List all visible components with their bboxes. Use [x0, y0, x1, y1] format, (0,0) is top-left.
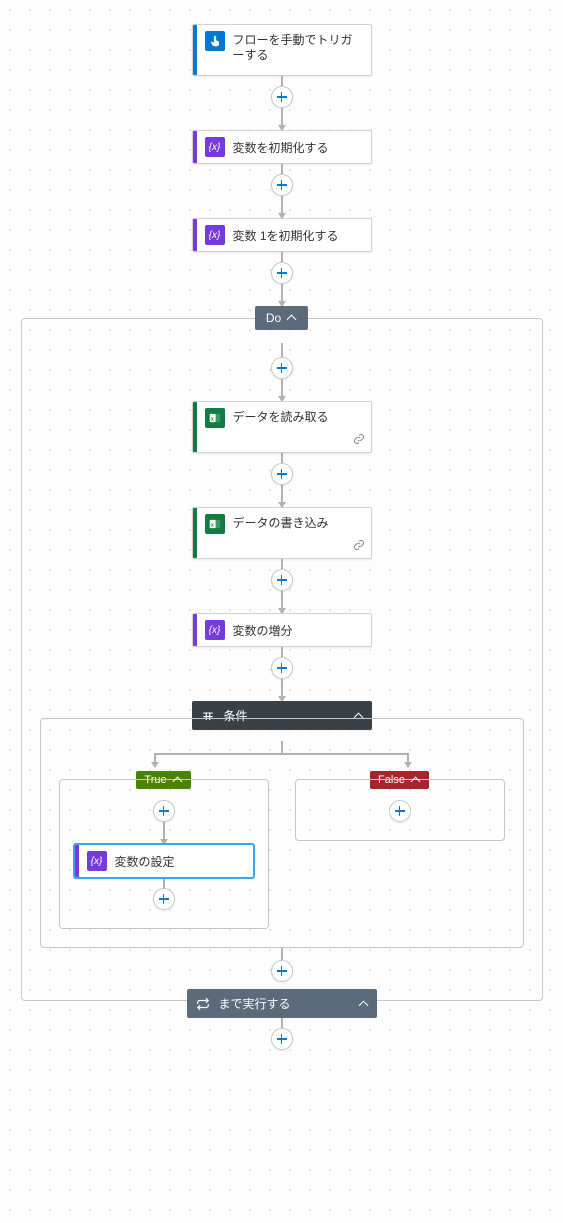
svg-text:x: x: [210, 416, 213, 422]
do-until-header[interactable]: Do: [255, 306, 308, 330]
chevron-up-icon: [287, 313, 297, 323]
connector: [281, 196, 283, 218]
card-label: 変数を初期化する: [233, 139, 329, 156]
chevron-up-icon: [411, 775, 421, 785]
add-step-button[interactable]: [271, 174, 293, 196]
add-step-button[interactable]: [271, 569, 293, 591]
connector: [281, 164, 283, 174]
connector: [281, 559, 283, 569]
action-card-initialize-variable-1[interactable]: {x} 変数 1を初期化する: [192, 218, 372, 252]
false-branch-container: [295, 779, 505, 841]
add-step-button[interactable]: [271, 86, 293, 108]
connector: [281, 76, 283, 86]
connector: [281, 379, 283, 401]
connector: [281, 485, 283, 507]
add-step-button[interactable]: [271, 1028, 293, 1050]
svg-text:x: x: [210, 522, 213, 528]
add-step-button[interactable]: [271, 463, 293, 485]
connector: [163, 878, 165, 888]
true-branch: True {x} 変数の設定: [55, 771, 273, 929]
touch-icon: [205, 31, 225, 51]
designer-canvas[interactable]: フローを手動でトリガーする {x} 変数を初期化する {x} 変数 1を初期化す…: [0, 0, 563, 1223]
connector: [281, 108, 283, 130]
variable-icon: {x}: [87, 851, 107, 871]
do-until-container: x データを読み取る x データの書き込み: [21, 318, 543, 1001]
link-icon: [353, 433, 365, 448]
add-step-button[interactable]: [153, 888, 175, 910]
connector: [281, 453, 283, 463]
card-label: 変数の増分: [233, 622, 293, 639]
trigger-label: フローを手動でトリガーする: [233, 31, 363, 63]
connector: [281, 647, 283, 657]
connector: [163, 822, 165, 844]
connector: [281, 252, 283, 262]
action-card-set-variable[interactable]: {x} 変数の設定: [74, 844, 254, 878]
chevron-up-icon: [359, 999, 369, 1009]
action-card-increment-variable[interactable]: {x} 変数の増分: [192, 613, 372, 647]
variable-icon: {x}: [205, 225, 225, 245]
action-card-initialize-variable[interactable]: {x} 変数を初期化する: [192, 130, 372, 164]
connector: [281, 948, 283, 960]
add-step-button[interactable]: [271, 960, 293, 982]
link-icon: [353, 539, 365, 554]
false-branch: False: [291, 771, 509, 841]
connector: [281, 591, 283, 613]
chevron-up-icon: [173, 775, 183, 785]
do-label: Do: [266, 311, 281, 325]
card-label: データを読み取る: [233, 408, 329, 425]
action-card-read-data[interactable]: x データを読み取る: [192, 401, 372, 453]
connector: [281, 679, 283, 701]
excel-icon: x: [205, 408, 225, 428]
variable-icon: {x}: [205, 137, 225, 157]
card-label: データの書き込み: [233, 514, 329, 531]
add-step-button[interactable]: [389, 800, 411, 822]
branch-split-connector: [55, 741, 509, 771]
add-step-button[interactable]: [153, 800, 175, 822]
add-step-button[interactable]: [271, 262, 293, 284]
variable-icon: {x}: [205, 620, 225, 640]
add-step-button[interactable]: [271, 357, 293, 379]
card-label: 変数 1を初期化する: [233, 227, 339, 244]
true-branch-container: {x} 変数の設定: [59, 779, 269, 929]
trigger-card[interactable]: フローを手動でトリガーする: [192, 24, 372, 76]
loop-icon: [195, 996, 211, 1012]
condition-container: True {x} 変数の設定: [40, 718, 524, 948]
connector: [281, 284, 283, 306]
until-label: まで実行する: [219, 995, 291, 1012]
connector: [281, 343, 283, 357]
excel-icon: x: [205, 514, 225, 534]
action-card-write-data[interactable]: x データの書き込み: [192, 507, 372, 559]
card-label: 変数の設定: [115, 853, 175, 870]
add-step-button[interactable]: [271, 657, 293, 679]
do-until-footer[interactable]: まで実行する: [187, 989, 377, 1018]
connector: [281, 1018, 283, 1028]
